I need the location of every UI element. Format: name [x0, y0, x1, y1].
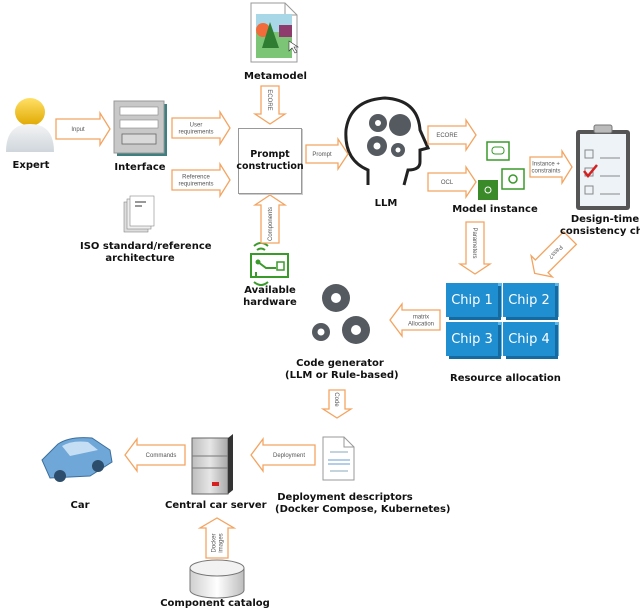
code-gen-line-2: (LLM or Rule-based)	[285, 370, 399, 381]
arrow-code-label: Code	[333, 392, 339, 407]
arrow-ecore-llm: ECORE	[427, 117, 477, 153]
metamodel-label: Metamodel	[244, 71, 307, 82]
chip-2: Chip 2	[503, 283, 555, 317]
hardware-line-1: Available	[244, 285, 296, 296]
arrow-allocation-matrix: Allocationmatrix	[389, 302, 441, 338]
arrow-parameters: Parameters	[457, 221, 493, 275]
iso-label: ISO standard/reference architecture	[80, 241, 212, 265]
arrow-docker-images: Docker images	[197, 517, 237, 559]
arrow-ocl-label: OCL	[441, 180, 454, 186]
arrow-allocation-matrix-label: matrix	[413, 315, 429, 321]
code-generator-label: Code generator (LLM or Rule-based)	[285, 358, 399, 382]
arrow-docker-images-label: Docker	[212, 533, 218, 552]
chip-1: Chip 1	[446, 283, 498, 317]
iso-line-1: ISO standard/reference	[80, 241, 212, 252]
arrow-prompt-label: Prompt	[312, 152, 332, 158]
code-generator-gears-icon	[312, 284, 370, 344]
catalog-label: Component catalog	[160, 598, 270, 609]
llm-head-icon	[344, 96, 431, 186]
arrow-reference-requirements: Referencerequirements	[171, 161, 231, 199]
arrow-user-requirements: Userrequirements	[171, 109, 231, 147]
arrow-deployment-label: Deployment	[273, 453, 305, 459]
hardware-icon	[250, 242, 289, 286]
arrow-reference-requirements-label: Reference	[182, 175, 210, 181]
interface-label: Interface	[114, 162, 166, 173]
consistency-line-1: Design-time	[570, 214, 640, 225]
arrow-components-label: Components	[268, 207, 274, 241]
deployment-line-2: (Docker Compose, Kubernetes)	[275, 504, 451, 515]
arrow-user-requirements-label: User	[190, 123, 203, 129]
arrow-components: Components	[252, 194, 288, 244]
consistency-check-icon	[576, 124, 630, 210]
interface-icon	[113, 100, 167, 156]
central-server-icon	[191, 434, 233, 495]
consistency-label: Design-timeconsistency check	[560, 214, 640, 238]
car-icon	[41, 437, 113, 482]
expert-icon	[6, 98, 54, 152]
deployment-descriptor-icon	[322, 436, 355, 481]
car-label: Car	[70, 500, 90, 511]
arrow-deployment: Deployment	[250, 437, 316, 473]
arrow-instance-constraints: Instance +constraints	[529, 148, 573, 186]
resource-allocation-label: Resource allocation	[450, 373, 561, 384]
chip-4: Chip 4	[503, 322, 555, 356]
prompt-line-2: construction	[236, 161, 304, 172]
model-instance-label: Model instance	[452, 204, 538, 215]
arrow-ecore-llm-label: ECORE	[436, 133, 457, 139]
arrow-docker-images-label: images	[219, 533, 225, 552]
consistency-line-2: consistency check	[560, 226, 640, 237]
deployment-label: Deployment descriptors (Docker Compose, K…	[275, 492, 450, 516]
arrow-ecore-metamodel: ECORE	[252, 85, 288, 125]
arrow-input-label: Input	[71, 127, 85, 133]
arrow-user-requirements-label: requirements	[178, 130, 213, 136]
hardware-line-2: hardware	[243, 297, 297, 308]
model-instance-icon	[478, 141, 525, 200]
prompt-line-1: Prompt	[250, 149, 290, 160]
arrow-commands: Commands	[124, 437, 186, 473]
chip-3: Chip 3	[446, 322, 498, 356]
arrow-instance-constraints-label: Instance +	[532, 162, 560, 168]
arrow-instance-constraints-label: constraints	[531, 169, 560, 175]
arrow-allocation-matrix-label: Allocation	[408, 322, 434, 328]
arrow-reference-requirements-label: requirements	[178, 182, 213, 188]
deployment-line-1: Deployment descriptors	[277, 492, 413, 503]
arrow-parameters-label: Parameters	[471, 227, 477, 258]
code-gen-line-1: Code generator	[296, 358, 384, 369]
arrow-prompt: Prompt	[305, 136, 349, 172]
prompt-construction-box: Prompt construction	[236, 128, 304, 194]
metamodel-icon	[250, 2, 299, 63]
llm-label: LLM	[374, 198, 398, 209]
arrow-commands-label: Commands	[146, 453, 177, 459]
iso-line-2: architecture	[105, 253, 175, 264]
expert-label: Expert	[12, 160, 50, 171]
hardware-label: Available hardware	[240, 285, 300, 309]
arrow-ecore-metamodel-label: ECORE	[266, 89, 272, 110]
component-catalog-icon	[189, 559, 245, 599]
arrow-ocl: OCL	[427, 164, 477, 200]
iso-document-icon	[123, 195, 155, 233]
arrow-input: Input	[55, 110, 111, 148]
server-label: Central car server	[165, 500, 267, 511]
arrow-code: Code	[320, 389, 354, 419]
